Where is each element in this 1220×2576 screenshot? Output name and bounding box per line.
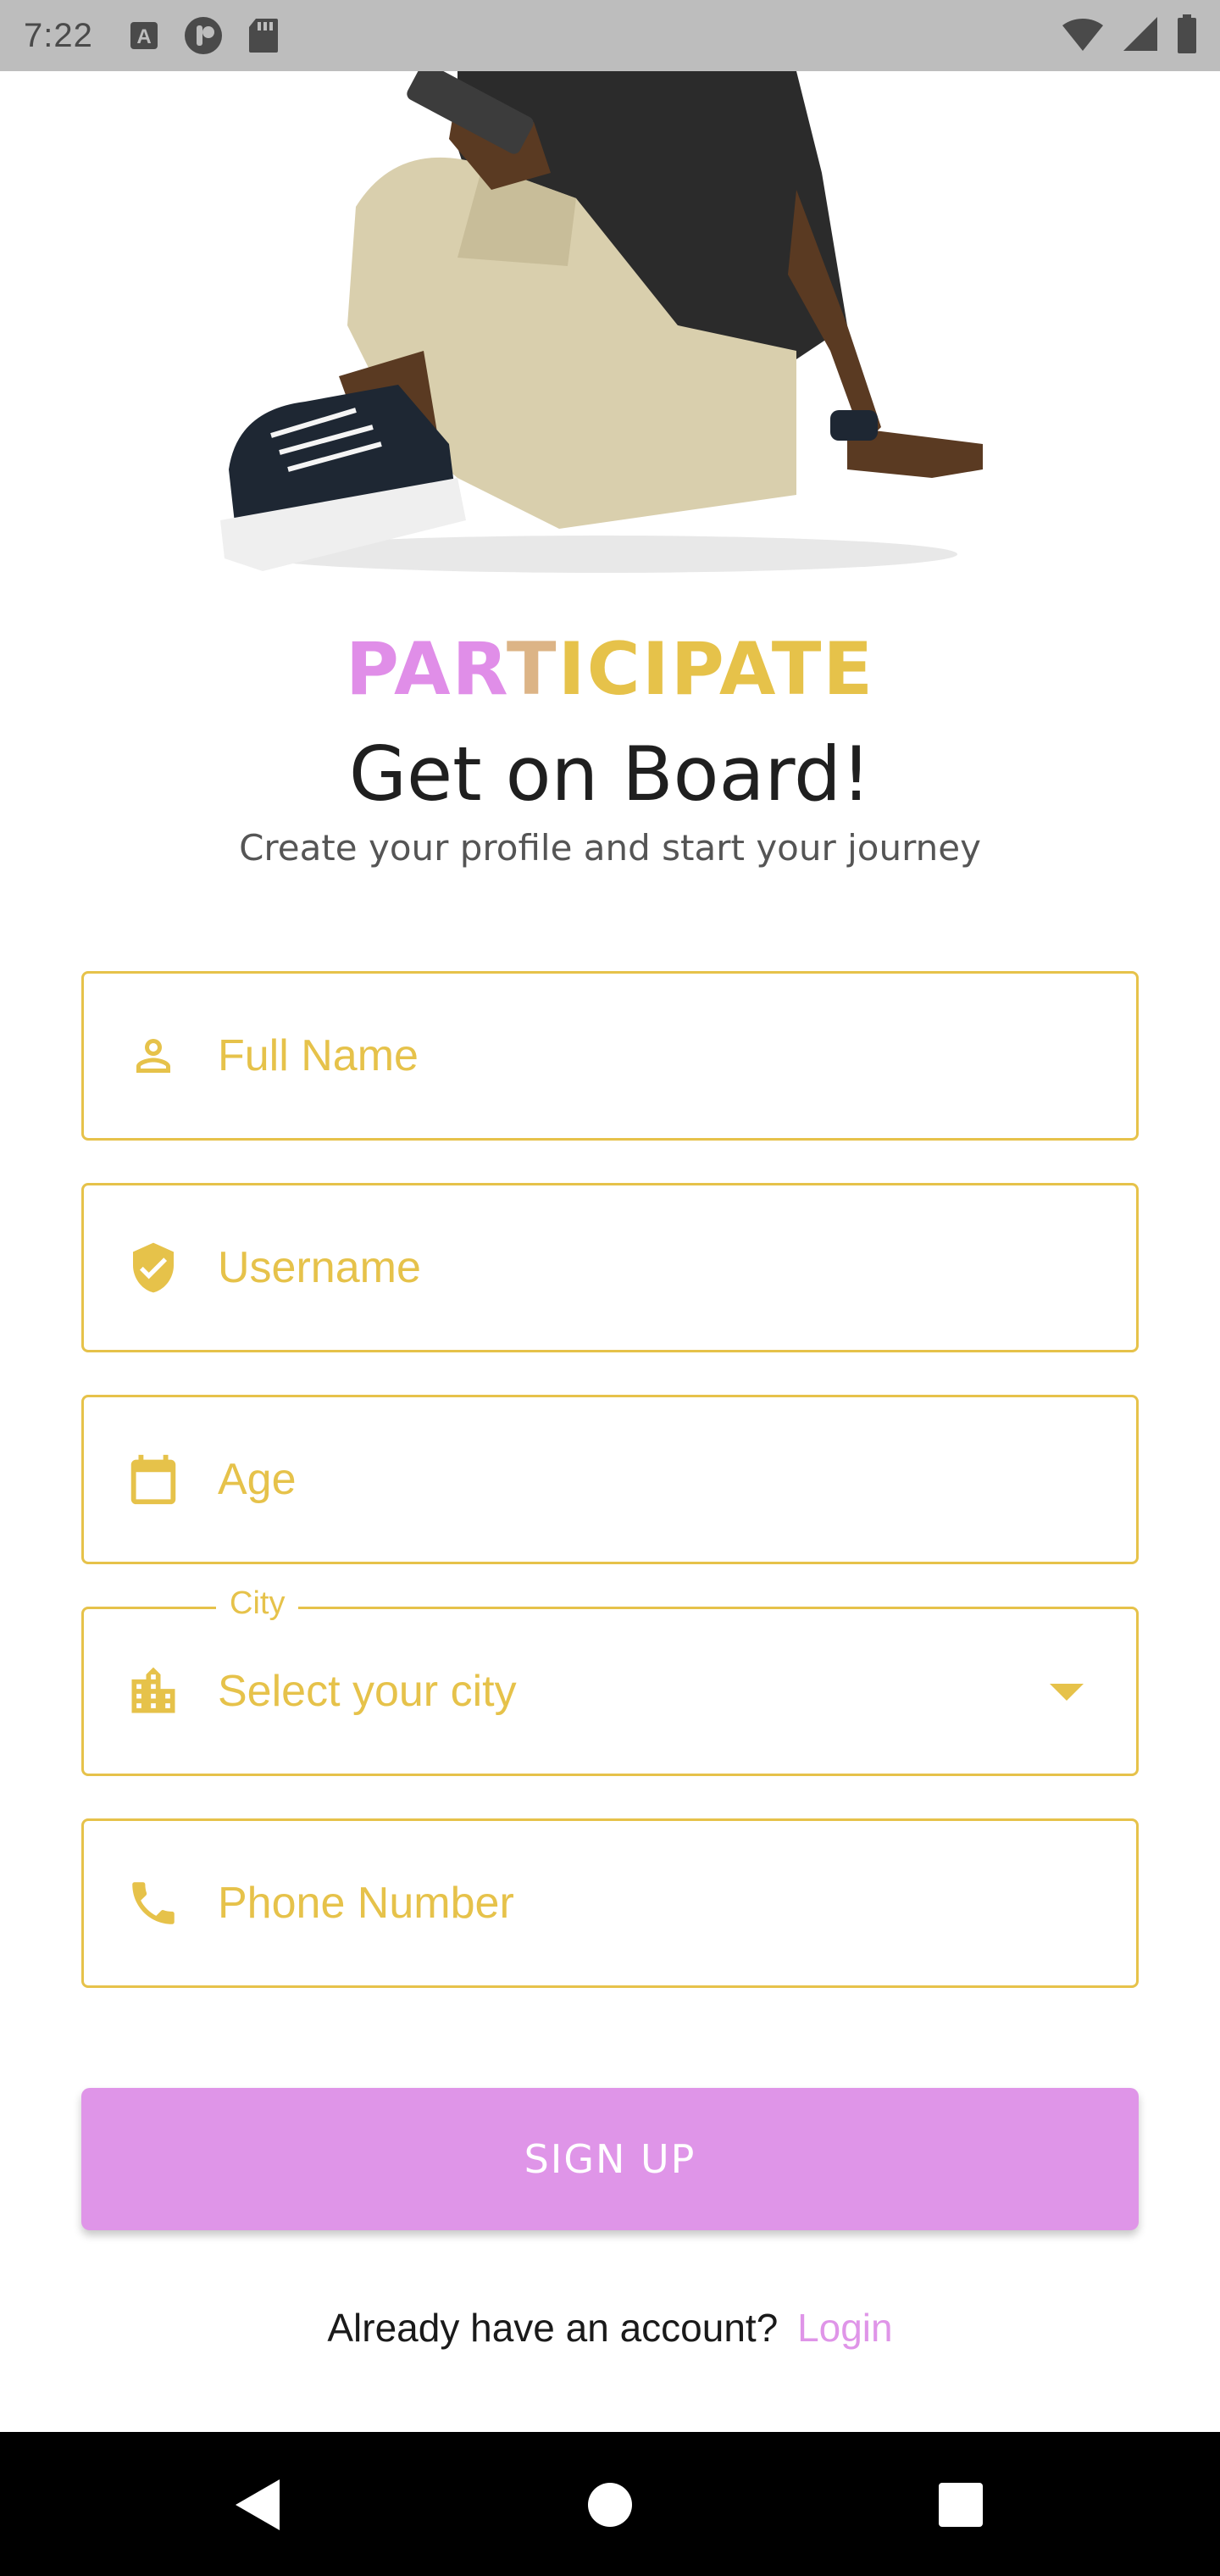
page-title: Get on Board!	[348, 730, 872, 818]
full-name-field[interactable]: Full Name	[81, 971, 1139, 1141]
back-triangle-icon	[236, 2479, 280, 2530]
city-select[interactable]: City Select your city	[81, 1585, 1139, 1776]
svg-text:A: A	[136, 25, 151, 48]
status-bar: 7:22 A	[0, 0, 1220, 71]
text-a-icon: A	[129, 20, 159, 51]
age-placeholder: Age	[218, 1455, 297, 1504]
login-prompt: Already have an account?	[327, 2306, 779, 2350]
signal-icon	[1122, 15, 1159, 57]
city-label: City	[216, 1585, 299, 1622]
battery-icon	[1176, 14, 1198, 58]
brand-part-1: PAR	[345, 627, 507, 712]
sd-card-icon	[247, 17, 280, 54]
navigation-bar	[0, 2432, 1220, 2576]
person-icon	[119, 1022, 187, 1090]
brand-part-2: T	[506, 627, 558, 712]
full-name-placeholder: Full Name	[218, 1031, 419, 1080]
phone-icon	[119, 1869, 187, 1937]
calendar-icon	[119, 1446, 187, 1513]
city-icon	[119, 1657, 187, 1725]
home-circle-icon	[588, 2483, 632, 2527]
phone-field[interactable]: Phone Number	[81, 1818, 1139, 1988]
city-placeholder: Select your city	[218, 1667, 517, 1716]
login-row: Already have an account? Login	[0, 2305, 1220, 2351]
brand-wordmark: PARTICIPATE	[0, 627, 1220, 712]
status-right-icons	[1061, 0, 1198, 71]
chevron-down-icon[interactable]	[1050, 1684, 1084, 1705]
home-button[interactable]	[566, 2461, 654, 2549]
recents-square-icon	[939, 2483, 983, 2527]
username-placeholder: Username	[218, 1243, 421, 1292]
login-link[interactable]: Login	[797, 2306, 893, 2350]
age-field[interactable]: Age	[81, 1395, 1139, 1564]
hero-illustration	[203, 63, 1017, 580]
page-subtitle: Create your profile and start your journ…	[239, 827, 981, 869]
pocket-icon	[183, 15, 224, 56]
verified-shield-icon	[119, 1234, 187, 1302]
recents-button[interactable]	[917, 2461, 1005, 2549]
wifi-icon	[1061, 15, 1105, 57]
back-button[interactable]	[214, 2461, 302, 2549]
brand-part-3: ICIPATE	[557, 627, 875, 712]
phone-placeholder: Phone Number	[218, 1879, 514, 1928]
status-time: 7:22	[24, 16, 93, 54]
signup-button[interactable]: SIGN UP	[81, 2088, 1139, 2230]
username-field[interactable]: Username	[81, 1183, 1139, 1352]
